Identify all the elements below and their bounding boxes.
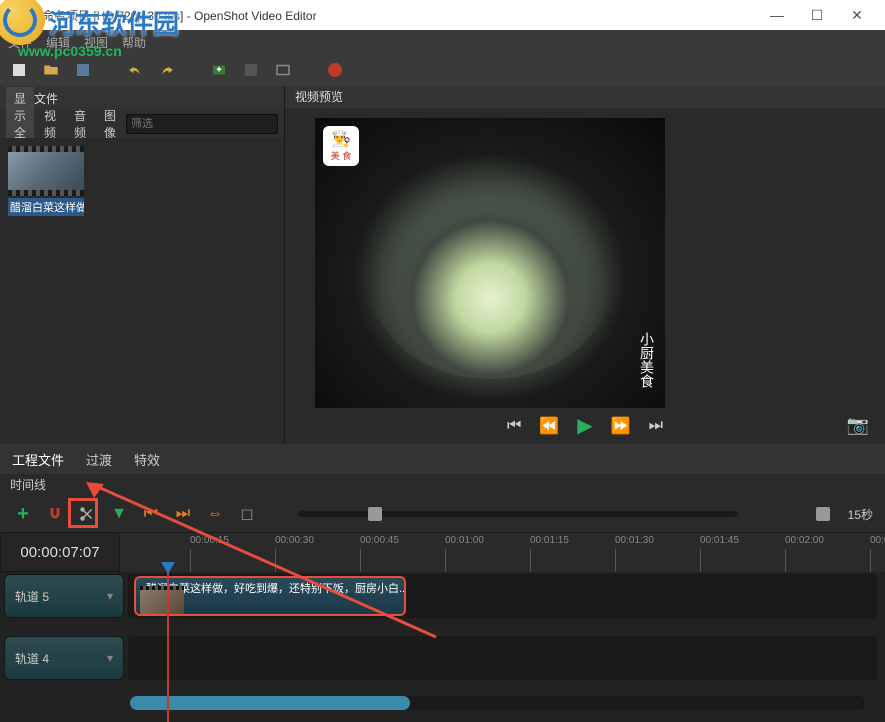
ruler-tick: 00:01:15 bbox=[530, 535, 569, 546]
tab-effects[interactable]: 特效 bbox=[132, 446, 162, 473]
prev-marker-button[interactable]: ⏮ bbox=[140, 503, 162, 525]
jump-start-button[interactable]: ⏮ bbox=[507, 417, 521, 435]
minimize-button[interactable]: — bbox=[757, 0, 797, 30]
thumbnail-image bbox=[8, 146, 84, 196]
timeline-toolbar: + ▼ ⏮ ⏭ ⇔ ◻ 15秒 bbox=[0, 496, 885, 532]
video-content bbox=[315, 118, 665, 408]
video-signature: 小厨美食 bbox=[635, 332, 655, 388]
track-label-5[interactable]: 轨道 5 ▾ bbox=[4, 574, 124, 618]
zoom-slider-thumb[interactable] bbox=[368, 507, 382, 521]
video-badge: 美 食 bbox=[323, 126, 359, 166]
undo-icon[interactable] bbox=[124, 59, 146, 81]
track-row: 轨道 5 ▾ 醋溜白菜这样做，好吃到爆，还特别下饭，厨房小白... bbox=[0, 572, 885, 620]
ruler-tick: 00:01:30 bbox=[615, 535, 654, 546]
timeline-label: 时间线 bbox=[0, 474, 885, 496]
profile-icon[interactable] bbox=[240, 59, 262, 81]
track-menu-icon[interactable]: ▾ bbox=[107, 651, 113, 665]
fullscreen-icon[interactable] bbox=[272, 59, 294, 81]
project-files-area[interactable]: 醋溜白菜这样做... bbox=[0, 138, 284, 444]
timeline-scrollbar[interactable] bbox=[130, 696, 865, 710]
save-project-icon[interactable] bbox=[72, 59, 94, 81]
import-files-icon[interactable] bbox=[208, 59, 230, 81]
menu-view[interactable]: 视图 bbox=[84, 34, 108, 51]
clip-title: 醋溜白菜这样做，好吃到爆，还特别下饭，厨房小白... bbox=[146, 580, 400, 596]
video-preview-header: 视频预览 bbox=[285, 86, 885, 108]
menu-edit[interactable]: 编辑 bbox=[46, 34, 70, 51]
maximize-button[interactable]: ☐ bbox=[797, 0, 837, 30]
zoom-tool-icon[interactable]: ◻ bbox=[236, 503, 258, 525]
file-thumbnail[interactable]: 醋溜白菜这样做... bbox=[8, 146, 84, 216]
ruler-tick: 00:00:30 bbox=[275, 535, 314, 546]
snap-button[interactable] bbox=[44, 503, 66, 525]
clip-thumbnail bbox=[140, 586, 184, 616]
tracks-area: 轨道 5 ▾ 醋溜白菜这样做，好吃到爆，还特别下饭，厨房小白... 轨道 4 ▾ bbox=[0, 572, 885, 722]
tab-project-files[interactable]: 工程文件 bbox=[10, 446, 66, 473]
main-toolbar bbox=[0, 54, 885, 86]
timeline-scrollbar-thumb[interactable] bbox=[130, 696, 410, 710]
export-icon[interactable] bbox=[324, 59, 346, 81]
zoom-end-handle[interactable] bbox=[816, 507, 830, 521]
track-menu-icon[interactable]: ▾ bbox=[107, 589, 113, 603]
playback-controls: ⏮ ⏪ ▶ ⏩ ⏭ 📷 bbox=[285, 408, 885, 444]
center-playhead-button[interactable]: ⇔ bbox=[204, 503, 226, 525]
open-project-icon[interactable] bbox=[40, 59, 62, 81]
ruler-tick: 00:00:45 bbox=[360, 535, 399, 546]
menu-file[interactable]: 文件 bbox=[8, 34, 32, 51]
timeline-clip[interactable]: 醋溜白菜这样做，好吃到爆，还特别下饭，厨房小白... bbox=[134, 576, 406, 616]
ruler-tick: 00:02:00 bbox=[785, 535, 824, 546]
app-icon bbox=[8, 7, 24, 23]
track-content-4[interactable] bbox=[128, 636, 877, 680]
ruler-tick: 00:00:15 bbox=[190, 535, 229, 546]
window-titlebar: 未命名项目 [HD 720p 30 fps] - OpenShot Video … bbox=[0, 0, 885, 30]
razor-button[interactable] bbox=[76, 503, 98, 525]
redo-icon[interactable] bbox=[156, 59, 178, 81]
video-preview[interactable]: 美 食 小厨美食 bbox=[315, 118, 665, 408]
track-row: 轨道 4 ▾ bbox=[0, 634, 885, 682]
filter-row: 显示全部 视频 音频 图像 bbox=[0, 110, 284, 138]
jump-end-button[interactable]: ⏭ bbox=[649, 417, 663, 435]
ruler-tick: 00:01:45 bbox=[700, 535, 739, 546]
filter-input[interactable] bbox=[126, 114, 278, 134]
zoom-label: 15秒 bbox=[848, 506, 873, 523]
bottom-tabs: 工程文件 过渡 特效 bbox=[0, 444, 885, 474]
snapshot-icon[interactable]: 📷 bbox=[847, 415, 869, 436]
rewind-button[interactable]: ⏪ bbox=[539, 416, 559, 436]
ruler-tick: 00:02:15 bbox=[870, 535, 885, 546]
menu-help[interactable]: 帮助 bbox=[122, 34, 146, 51]
thumbnail-label: 醋溜白菜这样做... bbox=[8, 198, 84, 216]
track-content-5[interactable]: 醋溜白菜这样做，好吃到爆，还特别下饭，厨房小白... bbox=[128, 574, 877, 618]
playhead[interactable] bbox=[167, 572, 169, 722]
next-marker-button[interactable]: ⏭ bbox=[172, 503, 194, 525]
timeline-ruler[interactable]: 00:00:15 00:00:30 00:00:45 00:01:00 00:0… bbox=[120, 532, 885, 572]
track-label-4[interactable]: 轨道 4 ▾ bbox=[4, 636, 124, 680]
ruler-tick: 00:01:00 bbox=[445, 535, 484, 546]
add-marker-button[interactable]: ▼ bbox=[108, 503, 130, 525]
window-title: 未命名项目 [HD 720p 30 fps] - OpenShot Video … bbox=[30, 7, 317, 24]
current-timecode[interactable]: 00:00:07:07 bbox=[0, 532, 120, 572]
close-button[interactable]: ✕ bbox=[837, 0, 877, 30]
add-track-button[interactable]: + bbox=[12, 503, 34, 525]
menu-bar: 文件 编辑 视图 帮助 bbox=[0, 30, 885, 54]
zoom-slider[interactable] bbox=[298, 511, 738, 517]
tab-transitions[interactable]: 过渡 bbox=[84, 446, 114, 473]
forward-button[interactable]: ⏩ bbox=[611, 416, 631, 436]
new-project-icon[interactable] bbox=[8, 59, 30, 81]
play-button[interactable]: ▶ bbox=[577, 413, 592, 438]
